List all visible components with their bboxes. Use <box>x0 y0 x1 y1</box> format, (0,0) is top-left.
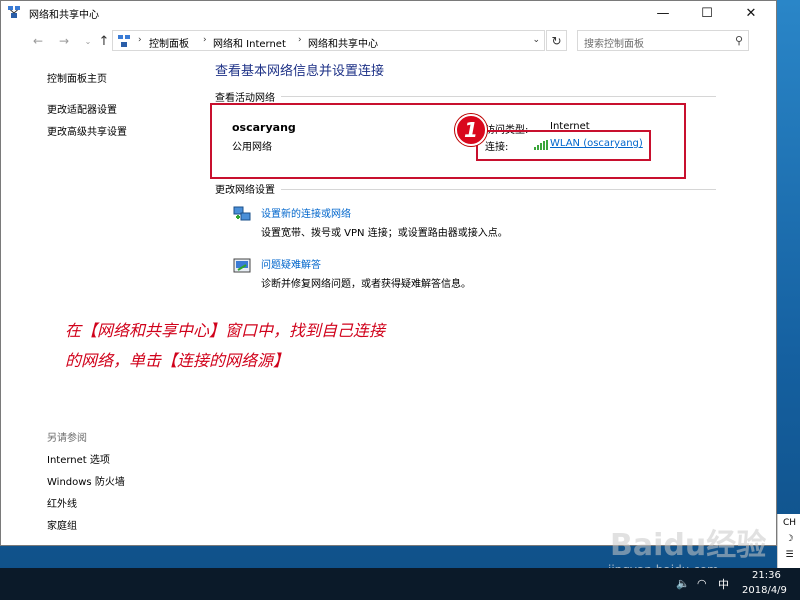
search-input[interactable]: 搜索控制面板 ⚲ <box>577 30 749 51</box>
up-arrow-icon[interactable]: ↑ <box>95 32 113 50</box>
see-also-infrared[interactable]: 红外线 <box>47 495 77 510</box>
address-bar[interactable]: › 控制面板 › 网络和 Internet › 网络和共享中心 ⌄ <box>112 30 545 51</box>
input-language-indicator[interactable]: CH <box>778 518 800 528</box>
menu-icon[interactable]: ☰ <box>778 550 800 560</box>
network-center-icon <box>8 6 20 18</box>
taskbar: 🔈 ◠ 中 21:36 2018/4/9 <box>0 568 800 600</box>
active-networks-heading: 查看活动网络 <box>215 93 275 104</box>
page-title: 查看基本网络信息并设置连接 <box>215 64 385 79</box>
breadcrumb-separator: › <box>298 35 302 45</box>
network-setup-icon <box>233 206 251 221</box>
troubleshoot-link[interactable]: 问题疑难解答 <box>261 256 321 271</box>
back-arrow-icon[interactable]: ← <box>29 32 47 50</box>
sidebar-link-adapter-settings[interactable]: 更改适配器设置 <box>47 101 117 116</box>
address-dropdown-icon[interactable]: ⌄ <box>532 35 540 45</box>
breadcrumb-network-internet[interactable]: 网络和 Internet <box>213 35 286 50</box>
breadcrumb-control-panel[interactable]: 控制面板 <box>149 35 189 50</box>
annotation-line-2: 的网络，单击【连接的网络源】 <box>65 351 290 370</box>
setup-new-connection-link[interactable]: 设置新的连接或网络 <box>261 205 351 220</box>
clock-time[interactable]: 21:36 <box>752 570 781 581</box>
window-title: 网络和共享中心 <box>29 10 99 21</box>
sidebar-link-advanced-sharing[interactable]: 更改高级共享设置 <box>47 123 127 138</box>
network-sharing-center-window: 网络和共享中心 — ☐ ✕ ← → ⌄ ↑ › 控制面板 › 网络和 Inter… <box>0 0 777 546</box>
see-also-heading: 另请参阅 <box>47 433 87 444</box>
refresh-icon[interactable]: ↻ <box>546 30 567 51</box>
see-also-homegroup[interactable]: 家庭组 <box>47 517 77 532</box>
see-also-internet-options[interactable]: Internet 选项 <box>47 451 110 466</box>
annotation-line-1: 在【网络和共享中心】窗口中，找到自己连接 <box>65 321 386 340</box>
breadcrumb-separator: › <box>203 35 207 45</box>
highlight-connection <box>476 130 651 161</box>
breadcrumb-separator: › <box>138 35 142 45</box>
maximize-button[interactable]: ☐ <box>685 1 729 25</box>
clock-date[interactable]: 2018/4/9 <box>742 585 787 596</box>
sidebar-link-home[interactable]: 控制面板主页 <box>47 70 107 85</box>
see-also-firewall[interactable]: Windows 防火墙 <box>47 473 125 488</box>
breadcrumb-sharing-center[interactable]: 网络和共享中心 <box>308 35 378 50</box>
troubleshoot-desc: 诊断并修复网络问题，或者获得疑难解答信息。 <box>261 279 471 290</box>
search-placeholder: 搜索控制面板 <box>584 39 644 50</box>
ime-indicator[interactable]: 中 <box>718 576 729 592</box>
volume-icon[interactable]: 🔈 <box>676 577 690 590</box>
setup-new-connection-desc: 设置宽带、拨号或 VPN 连接；或设置路由器或接入点。 <box>261 228 508 239</box>
title-bar: 网络和共享中心 — ☐ ✕ <box>1 1 776 25</box>
forward-arrow-icon[interactable]: → <box>55 32 73 50</box>
change-settings-heading: 更改网络设置 <box>215 185 275 196</box>
section-divider <box>281 189 716 190</box>
control-panel-icon <box>118 35 130 47</box>
step-number-badge: 1 <box>455 114 487 146</box>
quiet-hours-icon[interactable]: ☽ <box>778 534 800 544</box>
action-center-strip: CH ☽ ☰ <box>777 514 800 568</box>
wifi-icon[interactable]: ◠ <box>697 577 707 590</box>
section-divider <box>281 96 716 97</box>
troubleshoot-icon <box>233 258 251 273</box>
navigation-bar: ← → ⌄ ↑ › 控制面板 › 网络和 Internet › 网络和共享中心 … <box>1 28 776 54</box>
minimize-button[interactable]: — <box>641 1 685 25</box>
baidu-watermark: Baidu经验 <box>610 528 767 563</box>
close-button[interactable]: ✕ <box>729 1 773 25</box>
search-icon[interactable]: ⚲ <box>735 34 743 47</box>
